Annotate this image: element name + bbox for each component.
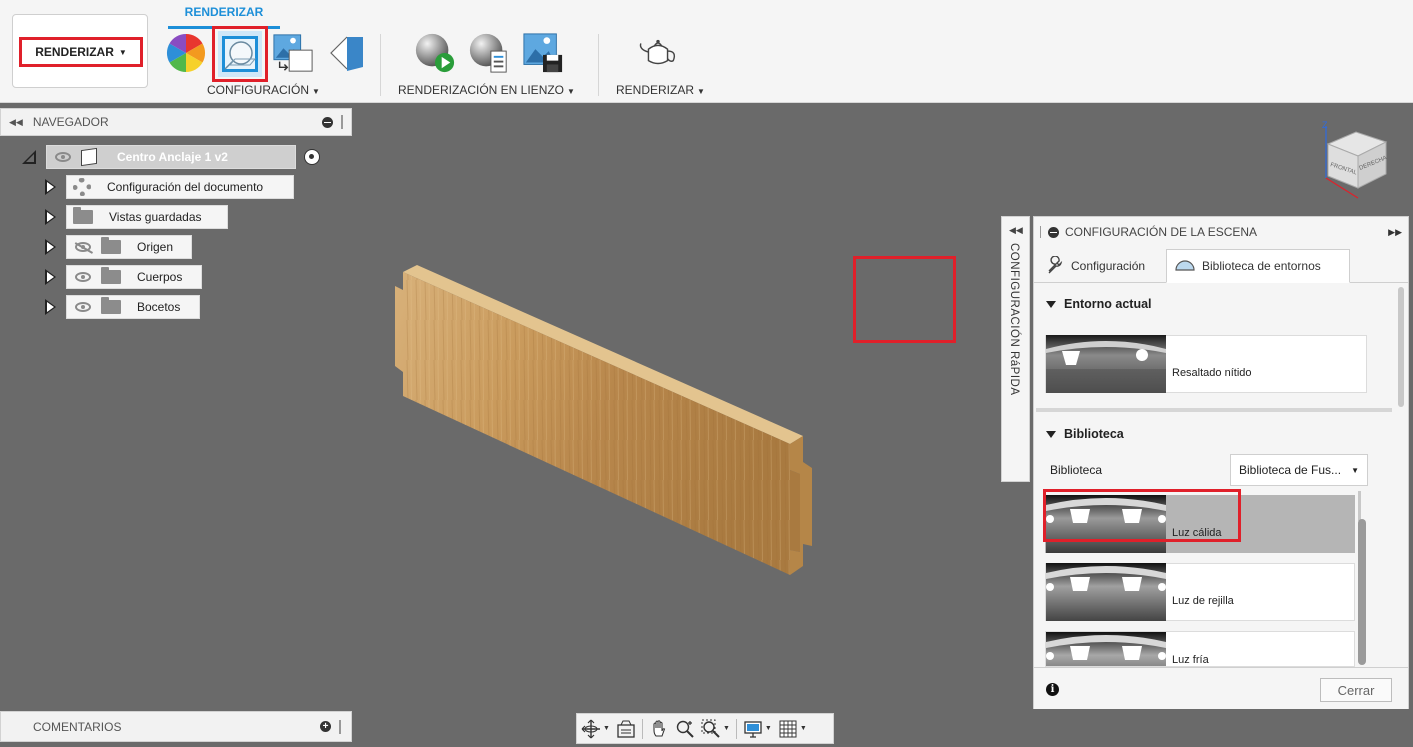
section-entorno-actual-label: Entorno actual	[1064, 297, 1152, 311]
chevron-down-icon: ▼	[722, 725, 730, 732]
zoom-button[interactable]	[675, 718, 695, 740]
current-environment-name: Resaltado nítido	[1172, 367, 1252, 379]
environment-item-luz-fria[interactable]: Luz fría	[1045, 631, 1355, 667]
minimize-icon[interactable]	[1048, 226, 1059, 238]
board-grain	[403, 272, 790, 575]
hand-icon	[653, 719, 666, 737]
comments-bar: COMENTARIOS +	[0, 711, 352, 742]
view-cube-icon: Z FRONTAL DERECHA	[1322, 120, 1388, 199]
look-at-icon	[617, 720, 635, 738]
environment-item-luz-de-rejilla[interactable]: Luz de rejilla	[1045, 563, 1355, 621]
environment-thumbnail	[1046, 632, 1166, 666]
quick-settings-tab[interactable]: ◀◀ CONFIGURACIÓN RáPIDA	[1001, 216, 1030, 482]
close-button[interactable]: Cerrar	[1320, 678, 1392, 702]
environment-name: Luz fría	[1172, 654, 1209, 666]
environment-name: Luz de rejilla	[1172, 595, 1234, 607]
fit-button[interactable]: ▼	[701, 718, 730, 740]
quick-settings-label: CONFIGURACIÓN RáPIDA	[1008, 243, 1020, 396]
section-biblioteca[interactable]: Biblioteca	[1046, 427, 1124, 441]
environment-thumbnail	[1046, 335, 1166, 393]
collapse-left-icon[interactable]: ◀◀	[1009, 225, 1023, 236]
collapse-down-icon	[1046, 430, 1056, 438]
tab-configuracion[interactable]: Configuración	[1038, 249, 1153, 283]
wrench-icon	[1046, 254, 1064, 277]
viewport-highlight-box	[853, 256, 956, 343]
section-biblioteca-label: Biblioteca	[1064, 427, 1124, 441]
library-select[interactable]: Biblioteca de Fus... ▼	[1230, 454, 1368, 486]
display-settings-button[interactable]: ▼	[743, 718, 772, 740]
zoom-window-icon	[701, 719, 720, 738]
navbar-separator	[641, 718, 643, 739]
drag-handle-icon[interactable]	[1040, 226, 1042, 238]
view-cube[interactable]: Z FRONTAL DERECHA	[1316, 118, 1392, 208]
list-scrollbar[interactable]	[1358, 519, 1366, 665]
scene-tabs: Configuración Biblioteca de entornos	[1034, 249, 1408, 283]
panel-scrollbar[interactable]	[1398, 287, 1404, 407]
drag-handle-icon[interactable]	[339, 719, 341, 734]
navbar-separator	[735, 718, 737, 739]
chevron-down-icon: ▼	[603, 725, 610, 732]
look-at-button[interactable]	[616, 718, 636, 740]
view-cube-axis-z: Z	[1322, 120, 1328, 130]
tab-biblioteca-entornos[interactable]: Biblioteca de entornos	[1166, 249, 1350, 283]
collapse-down-icon	[1046, 300, 1056, 308]
scene-settings-panel: CONFIGURACIÓN DE LA ESCENA ▶▶ Configurac…	[1033, 216, 1409, 709]
section-divider	[1036, 408, 1392, 412]
chevron-down-icon: ▼	[1351, 465, 1359, 475]
scene-settings-footer: i Cerrar	[1034, 667, 1408, 709]
chevron-down-icon: ▼	[764, 725, 772, 732]
info-icon[interactable]: i	[1046, 683, 1059, 696]
library-select-value: Biblioteca de Fus...	[1239, 463, 1342, 477]
scene-settings-header: CONFIGURACIÓN DE LA ESCENA ▶▶	[1034, 217, 1408, 247]
environment-thumbnail	[1046, 563, 1166, 621]
pan-button[interactable]	[649, 718, 669, 740]
grid-settings-button[interactable]: ▼	[778, 718, 807, 740]
library-field-label: Biblioteca	[1050, 463, 1103, 477]
expand-right-icon[interactable]: ▶▶	[1388, 227, 1402, 238]
comments-title: COMENTARIOS	[33, 719, 122, 734]
list-scrollbar-track	[1358, 491, 1361, 521]
add-comment-icon[interactable]: +	[320, 721, 331, 732]
display-monitor-icon	[744, 720, 762, 738]
grid-icon	[779, 720, 797, 737]
chevron-down-icon: ▼	[799, 725, 807, 732]
orbit-icon	[581, 719, 600, 738]
current-environment-card[interactable]: Resaltado nítido	[1045, 335, 1367, 393]
scene-settings-title: CONFIGURACIÓN DE LA ESCENA	[1065, 225, 1258, 239]
tab-configuracion-label: Configuración	[1071, 259, 1146, 273]
environment-highlight-box	[1043, 489, 1241, 542]
zoom-icon	[676, 720, 694, 738]
orbit-button[interactable]: ▼	[581, 718, 610, 740]
section-entorno-actual[interactable]: Entorno actual	[1046, 297, 1152, 311]
navigation-bar: ▼ ▼ ▼ ▼	[576, 713, 834, 744]
tab-biblioteca-entornos-label: Biblioteca de entornos	[1202, 259, 1321, 273]
environment-dome-icon	[1175, 258, 1195, 275]
